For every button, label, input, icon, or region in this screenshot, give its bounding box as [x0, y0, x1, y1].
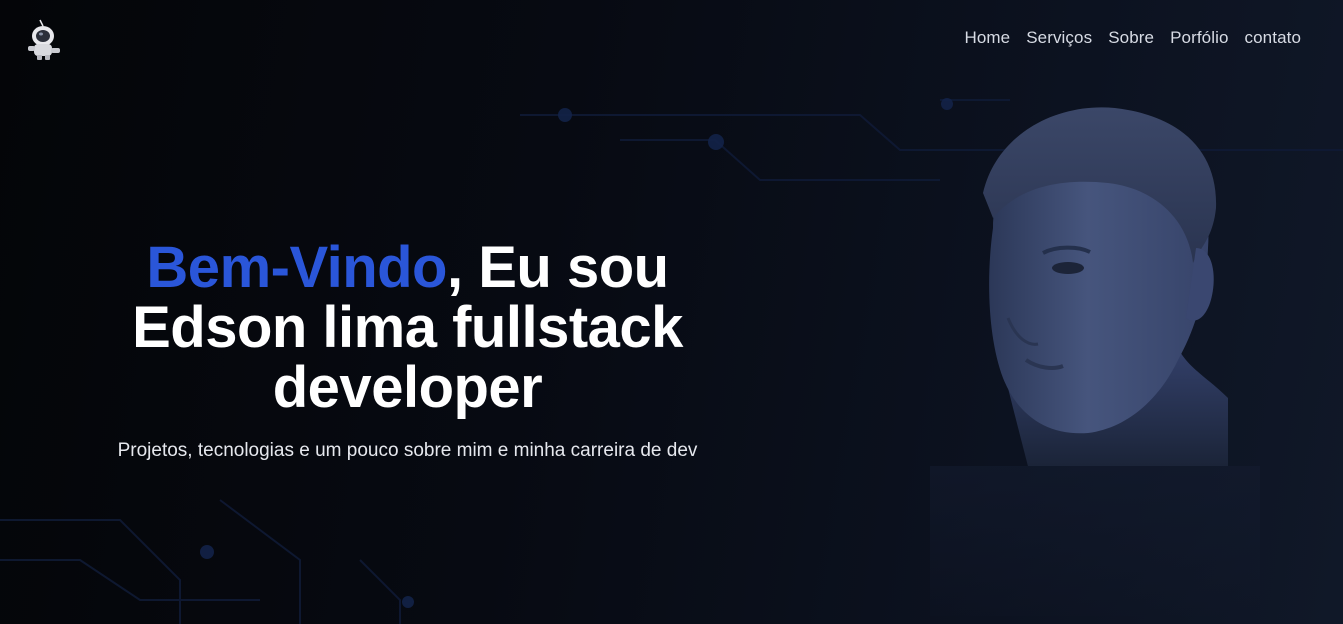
astronaut-logo[interactable] — [22, 18, 66, 62]
hero-subtitle: Projetos, tecnologias e um pouco sobre m… — [117, 440, 698, 461]
astronaut-icon — [28, 19, 60, 60]
hero-title: Bem-Vindo, Eu sou Edson lima fullstack d… — [40, 238, 775, 418]
hero-title-line3: developer — [272, 355, 543, 420]
hero-title-line2: Edson lima fullstack — [132, 295, 683, 360]
nav-portfolio-link[interactable]: Porfólio — [1170, 28, 1228, 48]
nav-home-link[interactable]: Home — [964, 28, 1010, 48]
main-nav: Home Serviços Sobre Porfólio contato — [964, 28, 1301, 48]
nav-sobre-link[interactable]: Sobre — [1108, 28, 1154, 48]
nav-contato-link[interactable]: contato — [1245, 28, 1301, 48]
profile-photo — [983, 107, 1228, 466]
portrait-shadow — [930, 466, 1260, 616]
nav-servicos-link[interactable]: Serviços — [1026, 28, 1092, 48]
hero-section: Bem-Vindo, Eu sou Edson lima fullstack d… — [40, 238, 775, 462]
hero-title-accent: Bem-Vindo — [146, 235, 447, 300]
hero-title-line1-rest: , Eu sou — [447, 235, 669, 300]
